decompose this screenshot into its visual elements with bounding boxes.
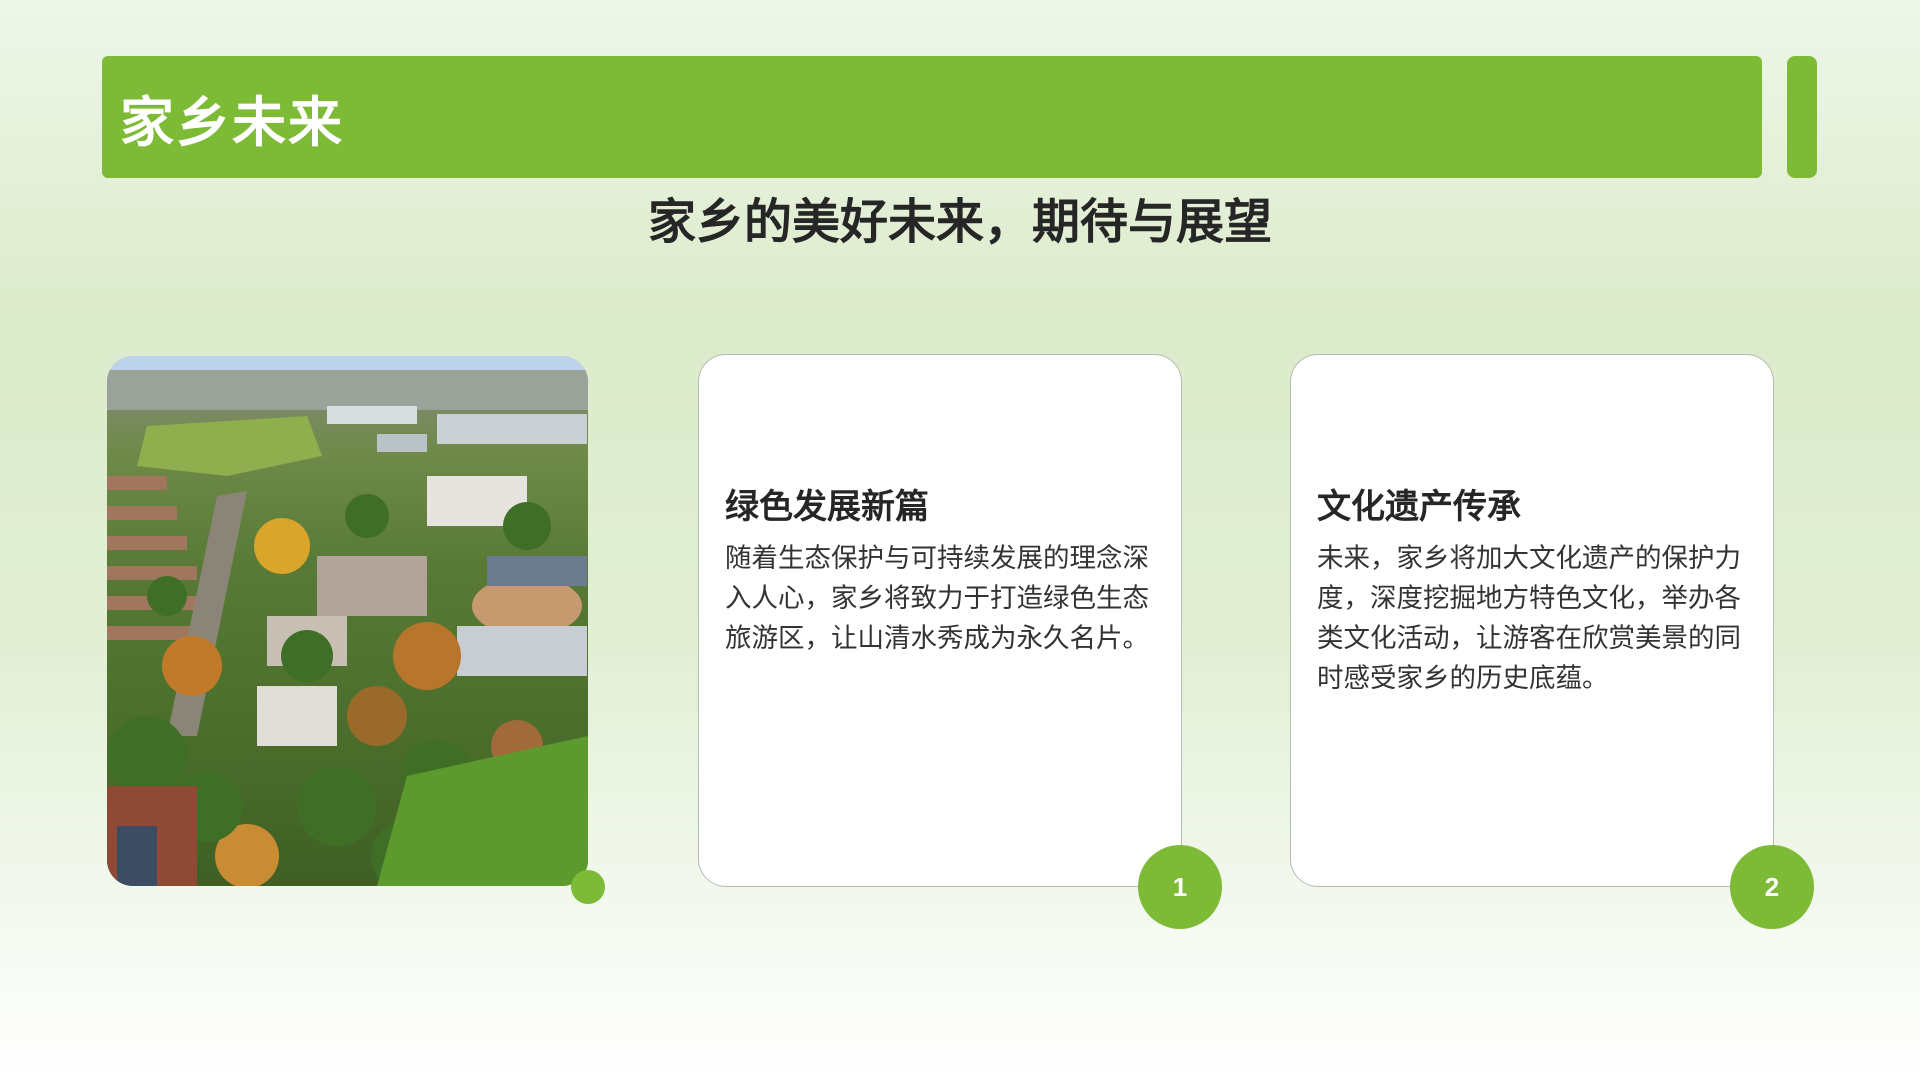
- card-title: 文化遗产传承: [1317, 487, 1521, 527]
- title-side-tab: [1787, 56, 1817, 178]
- page-subtitle: 家乡的美好未来，期待与展望: [647, 194, 1272, 250]
- card-number-badge: 2: [1730, 845, 1814, 929]
- page-title: 家乡未来: [120, 90, 344, 154]
- card-number-badge: 1: [1138, 845, 1222, 929]
- card-title: 绿色发展新篇: [725, 487, 929, 527]
- feature-card-cultural-heritage: 文化遗产传承 未来，家乡将加大文化遗产的保护力度，深度挖掘地方特色文化，举办各类…: [1290, 354, 1774, 887]
- feature-card-green-development: 绿色发展新篇 随着生态保护与可持续发展的理念深入人心，家乡将致力于打造绿色生态旅…: [698, 354, 1182, 887]
- title-bar: 家乡未来: [102, 56, 1762, 178]
- aerial-town-image: [107, 356, 588, 886]
- card-body: 未来，家乡将加大文化遗产的保护力度，深度挖掘地方特色文化，举办各类文化活动，让游…: [1317, 543, 1741, 694]
- accent-dot: [571, 870, 605, 904]
- card-body: 随着生态保护与可持续发展的理念深入人心，家乡将致力于打造绿色生态旅游区，让山清水…: [725, 543, 1149, 654]
